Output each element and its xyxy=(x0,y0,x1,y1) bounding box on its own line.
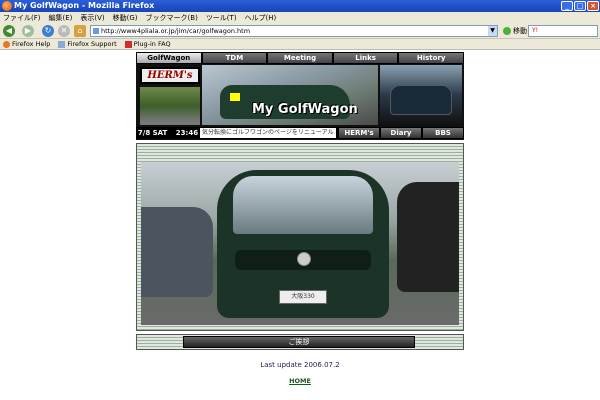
car-rear-shape xyxy=(390,85,452,115)
menu-view[interactable]: 表示(V) xyxy=(80,13,104,23)
maximize-button[interactable]: □ xyxy=(574,1,586,11)
window-title: My GolfWagon - Mozilla Firefox xyxy=(14,1,155,10)
menu-edit[interactable]: 編集(E) xyxy=(49,13,73,23)
plugin-icon xyxy=(124,40,132,48)
bookmark-label: Firefox Help xyxy=(12,40,51,48)
forward-icon[interactable]: ▶ xyxy=(22,25,34,37)
news-marquee: 気分転換にゴルフワゴンのページをリニューアル xyxy=(200,128,336,138)
page-content: GolfWagon TDM Meeting Links History HERM… xyxy=(0,51,600,400)
tab-links[interactable]: Links xyxy=(333,53,398,63)
bookmark-plugin-faq[interactable]: Plug-in FAQ xyxy=(124,40,171,48)
photo-left-car xyxy=(141,207,213,297)
car-plate-sticker xyxy=(230,93,240,101)
last-update: Last update 2006.07.2 xyxy=(260,361,340,369)
reload-icon[interactable]: ↻ xyxy=(42,25,54,37)
bookmark-firefox-support[interactable]: Firefox Support xyxy=(58,40,117,48)
main-photo-frame: 大阪330 xyxy=(136,143,464,331)
bookmarks-toolbar: Firefox Help Firefox Support Plug-in FAQ xyxy=(0,39,600,50)
close-button[interactable]: × xyxy=(587,1,599,11)
header-photo-rear xyxy=(380,65,462,125)
menu-help[interactable]: ヘルプ(H) xyxy=(245,13,277,23)
header-photo-car: My GolfWagon xyxy=(202,65,378,125)
tab-tdm[interactable]: TDM xyxy=(202,53,267,63)
photo-right-car xyxy=(397,182,459,292)
home-link[interactable]: HOME xyxy=(0,377,600,385)
greeting-button[interactable]: ご挨拶 xyxy=(183,336,415,348)
license-plate: 大阪330 xyxy=(279,290,327,304)
go-icon xyxy=(503,27,511,35)
address-bar[interactable]: http://www4pliala.or.jp/jim/car/golfwago… xyxy=(90,25,498,37)
menu-go[interactable]: 移動(G) xyxy=(113,13,138,23)
date-time: 7/8 SAT 23:46 xyxy=(136,129,200,137)
time-text: 23:46 xyxy=(175,129,199,137)
home-icon[interactable]: ⌂ xyxy=(74,25,86,37)
tab-meeting[interactable]: Meeting xyxy=(268,53,332,63)
go-label: 移動 xyxy=(513,27,527,35)
header-photo-trees xyxy=(140,87,200,125)
firefox-icon xyxy=(2,1,12,11)
address-url: http://www4pliala.or.jp/jim/car/golfwago… xyxy=(101,27,251,35)
page-icon xyxy=(58,40,66,48)
minimize-button[interactable]: _ xyxy=(561,1,573,11)
herms-logo: HERM's xyxy=(140,67,200,84)
chevron-down-icon[interactable]: ▼ xyxy=(488,26,497,36)
menu-file[interactable]: ファイル(F) xyxy=(3,13,41,23)
greeting-bar: ご挨拶 xyxy=(136,334,464,350)
bookmark-firefox-help[interactable]: Firefox Help xyxy=(3,40,50,48)
date-text: 7/8 SAT xyxy=(137,129,168,137)
top-navigation: GolfWagon TDM Meeting Links History xyxy=(136,52,464,64)
navigation-toolbar: ◀ ▶ ↻ ✕ ⌂ http://www4pliala.or.jp/jim/ca… xyxy=(0,23,600,39)
photo-windshield xyxy=(233,176,373,234)
window-title-bar: My GolfWagon - Mozilla Firefox _ □ × xyxy=(0,0,600,12)
site-title: My GolfWagon xyxy=(252,102,358,117)
stop-icon[interactable]: ✕ xyxy=(58,25,70,37)
tab-herms[interactable]: HERM's xyxy=(339,128,379,138)
bookmark-label: Firefox Support xyxy=(67,40,117,48)
menu-tools[interactable]: ツール(T) xyxy=(206,13,237,23)
page-icon xyxy=(93,28,99,34)
tab-history[interactable]: History xyxy=(399,53,463,63)
go-button[interactable]: 移動 xyxy=(503,26,527,36)
site-header: GolfWagon TDM Meeting Links History HERM… xyxy=(136,52,464,140)
vw-badge-icon xyxy=(297,252,311,266)
back-icon[interactable]: ◀ xyxy=(3,25,15,37)
sub-navigation: 7/8 SAT 23:46 気分転換にゴルフワゴンのページをリニューアル HER… xyxy=(136,127,464,139)
tab-diary[interactable]: Diary xyxy=(381,128,421,138)
firefox-icon xyxy=(3,40,10,48)
bookmark-label: Plug-in FAQ xyxy=(133,40,171,48)
search-input[interactable]: Y! xyxy=(528,25,598,37)
menu-bookmarks[interactable]: ブックマーク(B) xyxy=(146,13,198,23)
main-photo: 大阪330 xyxy=(141,162,459,325)
menu-bar: ファイル(F) 編集(E) 表示(V) 移動(G) ブックマーク(B) ツール(… xyxy=(0,12,600,23)
window-controls: _ □ × xyxy=(561,1,599,11)
tab-bbs[interactable]: BBS xyxy=(423,128,463,138)
tab-golfwagon[interactable]: GolfWagon xyxy=(137,53,201,63)
